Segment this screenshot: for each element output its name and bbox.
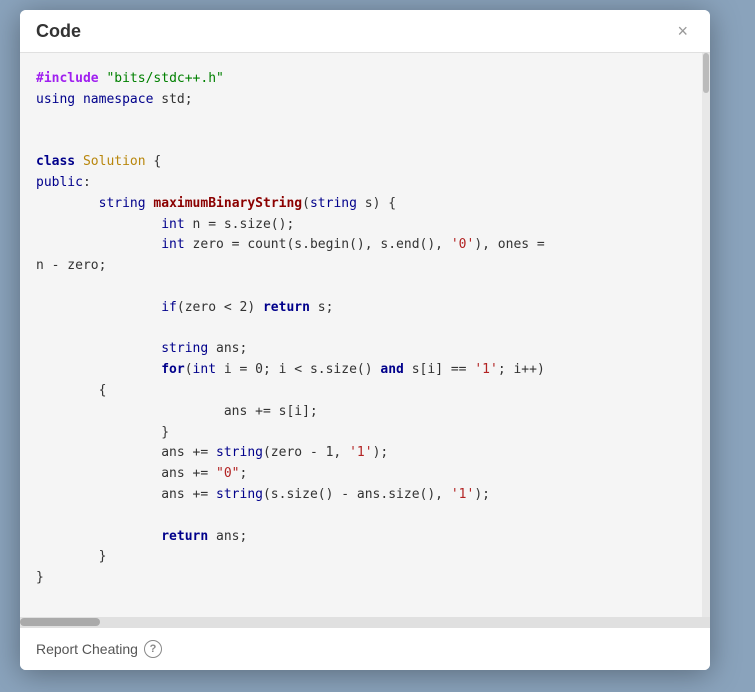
- scrollbar-thumb: [703, 53, 709, 93]
- modal: Code × #include "bits/stdc++.h" using na…: [20, 10, 710, 670]
- close-button[interactable]: ×: [671, 20, 694, 42]
- h-scrollbar-thumb: [20, 618, 100, 626]
- report-cheating-button[interactable]: Report Cheating ?: [36, 640, 162, 658]
- backdrop: Code × #include "bits/stdc++.h" using na…: [0, 0, 755, 692]
- code-area[interactable]: #include "bits/stdc++.h" using namespace…: [20, 53, 710, 617]
- modal-header: Code ×: [20, 10, 710, 53]
- modal-footer: Report Cheating ?: [20, 627, 710, 670]
- vertical-scrollbar[interactable]: [702, 53, 710, 617]
- help-icon: ?: [144, 640, 162, 658]
- code-block: #include "bits/stdc++.h" using namespace…: [36, 69, 694, 589]
- modal-title: Code: [36, 21, 81, 42]
- report-label: Report Cheating: [36, 641, 138, 657]
- horizontal-scrollbar[interactable]: [20, 617, 710, 627]
